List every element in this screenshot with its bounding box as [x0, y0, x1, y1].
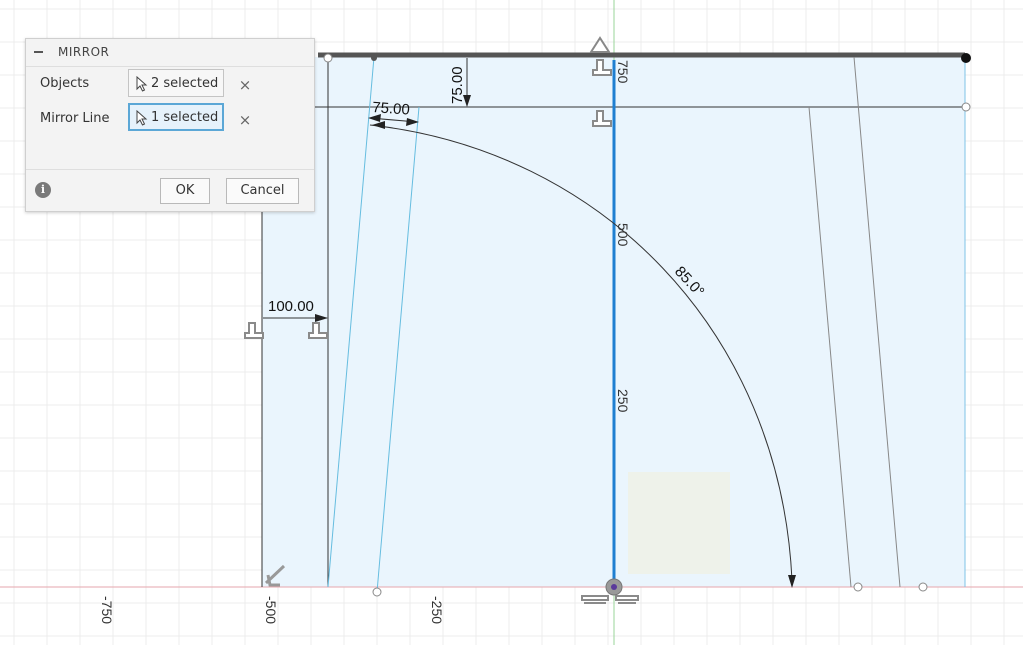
dialog-header: MIRROR	[26, 39, 314, 67]
sketch-point[interactable]	[371, 55, 377, 61]
x-axis-label: -500	[263, 596, 279, 624]
cursor-icon	[136, 110, 148, 126]
x-axis-label: -250	[429, 596, 445, 624]
y-axis-label: 750	[615, 60, 631, 84]
cursor-icon	[136, 76, 148, 92]
mirror-line-value: 1 selected	[151, 110, 219, 125]
mirror-dialog: MIRROR Objects 2 selected × Mirror Line …	[25, 38, 315, 212]
y-axis-label: 250	[615, 389, 631, 413]
sketch-point[interactable]	[323, 53, 333, 63]
origin-center	[611, 584, 617, 590]
sketch-point[interactable]	[961, 102, 971, 112]
top-triangle-icon	[589, 36, 611, 53]
sketch-point[interactable]	[372, 587, 382, 597]
left-offset-dimension[interactable]: 100.00	[268, 298, 314, 315]
x-axis-label: -750	[99, 596, 115, 624]
objects-select-button[interactable]: 2 selected	[128, 69, 224, 97]
dialog-title: MIRROR	[58, 45, 110, 59]
mirror-line-label: Mirror Line	[40, 111, 110, 126]
cancel-button[interactable]: Cancel	[226, 178, 299, 204]
angled-offset-dimension[interactable]: 75.00	[372, 99, 411, 119]
highlight-region	[628, 472, 730, 574]
collapse-icon[interactable]	[32, 45, 46, 59]
clear-objects-icon[interactable]: ×	[238, 76, 252, 94]
y-axis-label: 500	[615, 223, 631, 247]
ok-button[interactable]: OK	[160, 178, 210, 204]
info-icon[interactable]: i	[35, 182, 51, 198]
top-offset-dimension[interactable]: 75.00	[449, 66, 466, 104]
objects-value: 2 selected	[151, 76, 219, 91]
mirror-line-select-button[interactable]: 1 selected	[128, 103, 224, 131]
sketch-point[interactable]	[853, 582, 863, 592]
sketch-point[interactable]	[961, 53, 971, 63]
sketch-point[interactable]	[918, 582, 928, 592]
objects-label: Objects	[40, 76, 90, 91]
clear-mirror-line-icon[interactable]: ×	[238, 111, 252, 129]
fix-constraint-icon	[581, 595, 639, 604]
